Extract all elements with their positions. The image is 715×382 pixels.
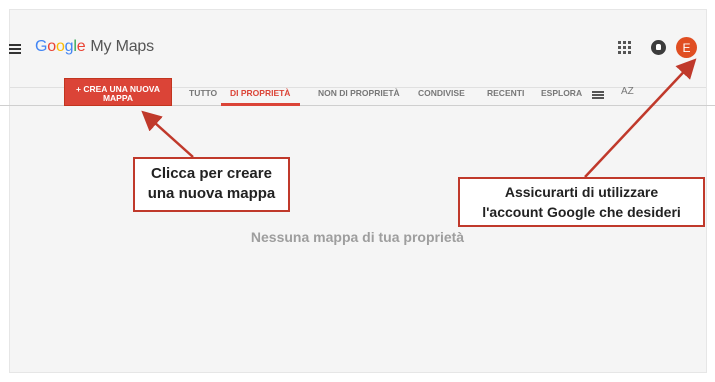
- arrow-to-avatar: [584, 58, 697, 178]
- annotation-arrows: [141, 58, 697, 178]
- arrow-to-create-button: [141, 110, 194, 158]
